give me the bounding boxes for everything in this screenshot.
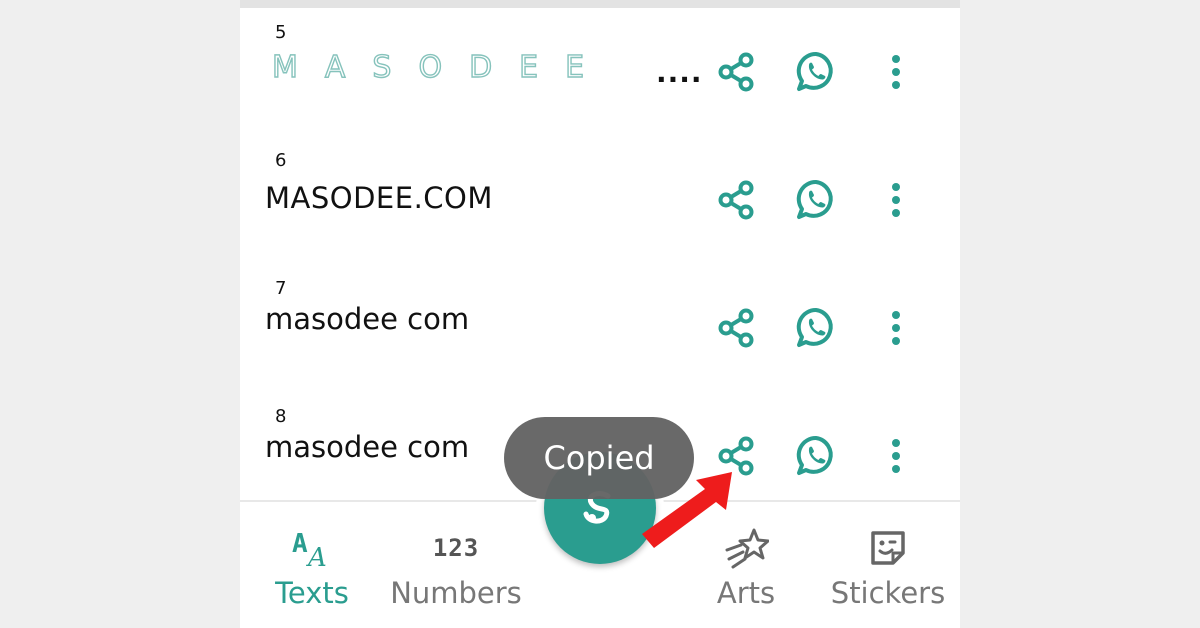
nav-label-numbers: Numbers bbox=[390, 576, 522, 610]
share-icon bbox=[718, 308, 754, 348]
numbers-icon: 123 bbox=[432, 534, 480, 562]
row-styled-text[interactable]: masodee com bbox=[265, 302, 469, 336]
share-icon bbox=[718, 180, 754, 220]
more-vert-icon bbox=[892, 311, 900, 345]
arrow-annotation bbox=[642, 472, 732, 548]
share-button[interactable] bbox=[710, 174, 762, 226]
more-options-button[interactable] bbox=[870, 174, 922, 226]
whatsapp-icon bbox=[796, 307, 833, 347]
more-options-button[interactable] bbox=[870, 46, 922, 98]
whatsapp-button[interactable] bbox=[790, 302, 842, 354]
nav-item-numbers[interactable]: 123 Numbers bbox=[386, 502, 526, 628]
row-number: 8 bbox=[275, 406, 287, 427]
list-item[interactable]: 5 MASODEE .... bbox=[240, 8, 960, 136]
whatsapp-icon bbox=[796, 435, 833, 475]
row-ellipsis: .... bbox=[656, 56, 703, 89]
nav-item-stickers[interactable]: Stickers bbox=[824, 502, 952, 628]
stickers-icon bbox=[871, 531, 905, 565]
share-button[interactable] bbox=[710, 46, 762, 98]
top-edge bbox=[240, 0, 960, 8]
list-item[interactable]: 7 masodee com bbox=[240, 264, 960, 392]
row-styled-text[interactable]: MASODEE.COM bbox=[265, 181, 493, 215]
row-number: 6 bbox=[275, 150, 287, 171]
svg-text:A: A bbox=[292, 529, 308, 559]
whatsapp-icon bbox=[796, 51, 833, 91]
nav-label-texts: Texts bbox=[275, 576, 349, 610]
nav-label-arts: Arts bbox=[716, 576, 776, 610]
share-icon bbox=[718, 52, 754, 92]
nav-item-texts[interactable]: A A Texts bbox=[252, 502, 372, 628]
svg-text:A: A bbox=[306, 543, 327, 568]
phone-screen: 5 MASODEE .... 6 MASODEE.COM 7 masodee c… bbox=[240, 0, 960, 628]
whatsapp-button[interactable] bbox=[790, 430, 842, 482]
row-styled-text[interactable]: masodee com bbox=[265, 430, 469, 464]
list-item[interactable]: 6 MASODEE.COM bbox=[240, 136, 960, 264]
whatsapp-icon bbox=[796, 179, 833, 219]
row-number: 7 bbox=[275, 278, 287, 299]
share-button[interactable] bbox=[710, 302, 762, 354]
more-vert-icon bbox=[892, 55, 900, 89]
more-options-button[interactable] bbox=[870, 302, 922, 354]
more-options-button[interactable] bbox=[870, 430, 922, 482]
whatsapp-button[interactable] bbox=[790, 46, 842, 98]
texts-icon: A A bbox=[292, 529, 327, 568]
whatsapp-button[interactable] bbox=[790, 174, 842, 226]
more-vert-icon bbox=[892, 183, 900, 217]
row-number: 5 bbox=[275, 22, 287, 43]
more-vert-icon bbox=[892, 439, 900, 473]
row-styled-text[interactable]: MASODEE bbox=[271, 49, 611, 85]
nav-label-stickers: Stickers bbox=[830, 576, 946, 610]
